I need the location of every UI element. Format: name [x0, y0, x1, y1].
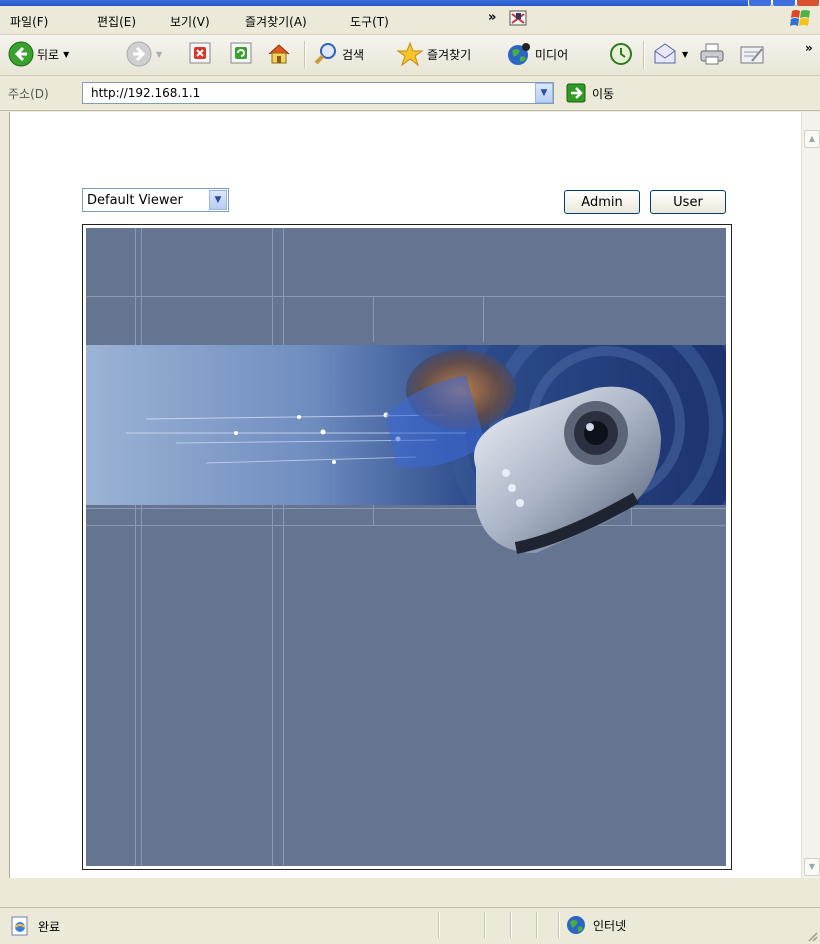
stop-icon [189, 42, 211, 64]
user-button[interactable]: User [650, 190, 726, 214]
home-button[interactable] [266, 41, 292, 67]
camera-panel [86, 228, 726, 866]
print-icon [700, 43, 724, 65]
go-arrow-icon [566, 83, 586, 103]
toolbar-more-chevron[interactable]: » [805, 41, 813, 55]
edit-button[interactable] [738, 41, 766, 67]
back-button[interactable]: 뒤로 ▼ [8, 41, 69, 67]
address-input[interactable]: http://192.168.1.1 ▼ [82, 82, 554, 104]
stop-button[interactable] [188, 41, 212, 65]
internet-zone: 인터넷 [565, 914, 626, 936]
media-globe-icon [508, 43, 530, 65]
search-icon [314, 43, 336, 65]
vertical-scrollbar[interactable]: ▲ ▼ [801, 112, 820, 878]
refresh-button[interactable] [229, 41, 253, 65]
windows-logo-icon [788, 7, 814, 31]
camera-device-image [474, 386, 661, 554]
menu-view[interactable]: 보기(V) [170, 13, 210, 30]
address-bar: 주소(D) http://192.168.1.1 ▼ 이동 [0, 76, 820, 111]
status-bar: 완료 인터넷 [0, 907, 820, 944]
page-content: Default Viewer ▼ Admin User [9, 112, 802, 878]
media-button[interactable]: 미디어 [506, 41, 568, 67]
viewer-dropdown-icon[interactable]: ▼ [209, 190, 227, 210]
viewer-select[interactable]: Default Viewer ▼ [82, 188, 229, 212]
favorites-star-icon [396, 41, 424, 67]
menu-bar: 파일(F) 편집(E) 보기(V) 즐겨찾기(A) 도구(T) » [0, 6, 820, 35]
viewer-frame [82, 224, 732, 870]
forward-arrow-icon [126, 41, 152, 67]
refresh-icon [230, 42, 252, 64]
history-icon [610, 43, 632, 65]
forward-button[interactable]: ▼ [126, 41, 162, 67]
sound-flag-icon[interactable] [508, 9, 528, 29]
toolbar-separator [304, 41, 306, 69]
standard-toolbar: 뒤로 ▼ ▼ 검색 즐겨찾기 미디어 ▼ » [0, 35, 820, 76]
go-button[interactable]: 이동 [566, 83, 614, 103]
forward-dropdown-icon[interactable]: ▼ [156, 50, 162, 59]
menu-file[interactable]: 파일(F) [10, 13, 48, 30]
scroll-up-icon[interactable]: ▲ [804, 130, 820, 148]
history-button[interactable] [608, 41, 634, 67]
menu-more-chevron[interactable]: » [488, 10, 496, 25]
back-dropdown-icon[interactable]: ▼ [63, 50, 69, 59]
internet-zone-label: 인터넷 [593, 918, 627, 933]
address-dropdown-icon[interactable]: ▼ [535, 83, 553, 103]
internet-globe-icon [567, 916, 585, 934]
mail-button[interactable]: ▼ [652, 41, 688, 67]
mail-icon [654, 43, 676, 64]
resize-grip-icon[interactable] [806, 930, 818, 942]
address-label: 주소(D) [8, 87, 49, 101]
favorites-button[interactable]: 즐겨찾기 [396, 41, 471, 67]
scroll-down-icon[interactable]: ▼ [804, 858, 820, 876]
edit-page-icon [740, 46, 764, 64]
home-icon [268, 44, 290, 64]
address-url[interactable]: http://192.168.1.1 [91, 86, 200, 100]
search-button[interactable]: 검색 [313, 41, 364, 67]
mail-dropdown-icon[interactable]: ▼ [682, 50, 688, 59]
status-text: 완료 [38, 920, 61, 934]
admin-button[interactable]: Admin [564, 190, 640, 214]
toolbar-separator [643, 41, 645, 69]
print-button[interactable] [698, 41, 726, 67]
back-arrow-icon [8, 41, 34, 67]
viewer-select-value: Default Viewer [87, 193, 183, 208]
menu-tools[interactable]: 도구(T) [350, 13, 389, 30]
menu-favorites[interactable]: 즐겨찾기(A) [245, 13, 307, 30]
ie-page-icon [11, 916, 28, 936]
menu-edit[interactable]: 편집(E) [97, 13, 136, 30]
